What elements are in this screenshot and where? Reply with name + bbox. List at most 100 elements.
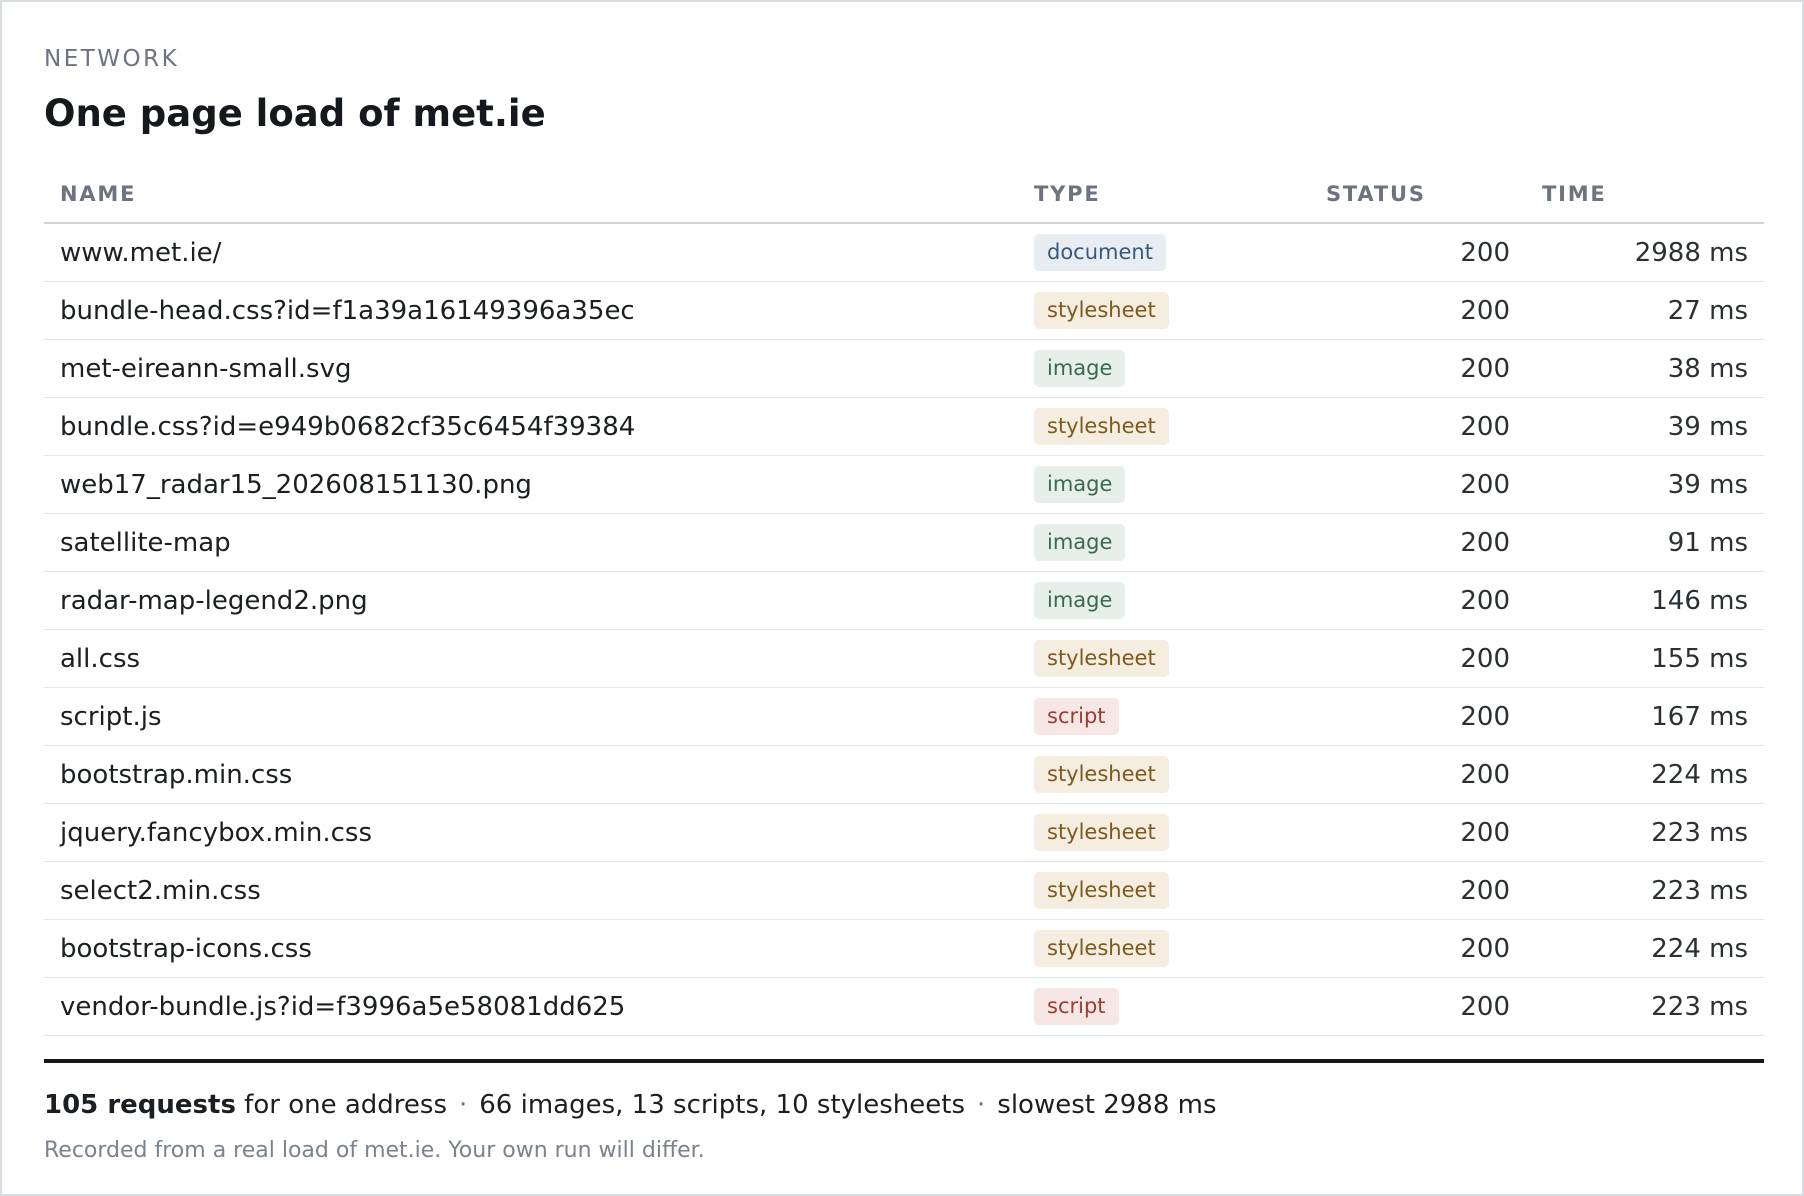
request-status: 200 bbox=[1310, 339, 1526, 398]
request-status: 200 bbox=[1310, 977, 1526, 1036]
table-row[interactable]: met-eireann-small.svg image 200 38 ms bbox=[44, 339, 1764, 398]
request-status: 200 bbox=[1310, 803, 1526, 862]
slowest-time: slowest 2988 ms bbox=[997, 1090, 1217, 1120]
request-time: 39 ms bbox=[1526, 397, 1764, 456]
request-status: 200 bbox=[1310, 281, 1526, 340]
request-name: script.js bbox=[44, 687, 1018, 746]
type-breakdown: 66 images, 13 scripts, 10 stylesheets bbox=[479, 1090, 966, 1120]
recording-note: Recorded from a real load of met.ie. You… bbox=[44, 1138, 705, 1163]
table-row[interactable]: select2.min.css stylesheet 200 223 ms bbox=[44, 861, 1764, 920]
summary-divider bbox=[44, 1059, 1764, 1063]
table-row[interactable]: radar-map-legend2.png image 200 146 ms bbox=[44, 571, 1764, 630]
type-badge: script bbox=[1034, 988, 1119, 1025]
summary-separator: · bbox=[459, 1090, 468, 1120]
type-badge: document bbox=[1034, 234, 1166, 271]
request-status: 200 bbox=[1310, 223, 1526, 282]
type-badge: image bbox=[1034, 350, 1126, 387]
request-time: 91 ms bbox=[1526, 513, 1764, 572]
table-row[interactable]: script.js script 200 167 ms bbox=[44, 687, 1764, 746]
request-time: 167 ms bbox=[1526, 687, 1764, 746]
request-name: bundle.css?id=e949b0682cf35c6454f39384 bbox=[44, 397, 1018, 456]
request-time: 224 ms bbox=[1526, 745, 1764, 804]
table-row[interactable]: bundle-head.css?id=f1a39a16149396a35ec st… bbox=[44, 281, 1764, 340]
table-row[interactable]: www.met.ie/document 200 2988 ms bbox=[44, 223, 1764, 282]
column-header-type: TYPE bbox=[1018, 166, 1310, 224]
request-status: 200 bbox=[1310, 629, 1526, 688]
request-name: radar-map-legend2.png bbox=[44, 571, 1018, 630]
request-time: 224 ms bbox=[1526, 919, 1764, 978]
type-badge: image bbox=[1034, 524, 1126, 561]
request-type-cell: stylesheet bbox=[1018, 397, 1310, 456]
requests-table: NAME TYPE STATUS TIME www.met.ie/documen… bbox=[44, 166, 1764, 1036]
request-name: select2.min.css bbox=[44, 861, 1018, 920]
table-row[interactable]: jquery.fancybox.min.css stylesheet 200 223 … bbox=[44, 803, 1764, 862]
request-name: bundle-head.css?id=f1a39a16149396a35ec bbox=[44, 281, 1018, 340]
request-time: 155 ms bbox=[1526, 629, 1764, 688]
requests-table-body: www.met.ie/document 200 2988 ms bundle-head… bbox=[44, 223, 1764, 1036]
request-time: 146 ms bbox=[1526, 571, 1764, 630]
request-time: 2988 ms bbox=[1526, 223, 1764, 282]
request-time: 223 ms bbox=[1526, 977, 1764, 1036]
request-type-cell: stylesheet bbox=[1018, 861, 1310, 920]
request-name: met-eireann-small.svg bbox=[44, 339, 1018, 398]
request-name: jquery.fancybox.min.css bbox=[44, 803, 1018, 862]
request-status: 200 bbox=[1310, 861, 1526, 920]
request-type-cell: image bbox=[1018, 455, 1310, 514]
type-badge: image bbox=[1034, 582, 1126, 619]
request-type-cell: document bbox=[1018, 223, 1310, 282]
type-badge: stylesheet bbox=[1034, 930, 1169, 967]
network-card: NETWORK One page load of met.ie NAME TYP… bbox=[0, 0, 1804, 1196]
request-name: all.css bbox=[44, 629, 1018, 688]
table-row[interactable]: web17_radar15_202608151130.png image 200 39… bbox=[44, 455, 1764, 514]
request-name: web17_radar15_202608151130.png bbox=[44, 455, 1018, 514]
request-count-suffix: for one address bbox=[235, 1090, 447, 1120]
request-type-cell: image bbox=[1018, 339, 1310, 398]
type-badge: stylesheet bbox=[1034, 292, 1169, 329]
type-badge: image bbox=[1034, 466, 1126, 503]
section-eyebrow: NETWORK bbox=[44, 46, 180, 72]
network-panel: NETWORK One page load of met.ie NAME TYP… bbox=[44, 42, 1764, 1168]
request-status: 200 bbox=[1310, 455, 1526, 514]
type-badge: stylesheet bbox=[1034, 640, 1169, 677]
request-name: bootstrap.min.css bbox=[44, 745, 1018, 804]
type-badge: stylesheet bbox=[1034, 872, 1169, 909]
table-row[interactable]: bootstrap.min.css stylesheet 200 224 ms bbox=[44, 745, 1764, 804]
request-type-cell: stylesheet bbox=[1018, 803, 1310, 862]
request-status: 200 bbox=[1310, 513, 1526, 572]
request-type-cell: script bbox=[1018, 687, 1310, 746]
request-type-cell: image bbox=[1018, 571, 1310, 630]
table-row[interactable]: vendor-bundle.js?id=f3996a5e58081dd625 sc… bbox=[44, 977, 1764, 1036]
page-title: One page load of met.ie bbox=[44, 92, 546, 135]
request-name: bootstrap-icons.css bbox=[44, 919, 1018, 978]
request-time: 223 ms bbox=[1526, 803, 1764, 862]
request-type-cell: stylesheet bbox=[1018, 745, 1310, 804]
request-name: www.met.ie/ bbox=[44, 223, 1018, 282]
column-header-time: TIME bbox=[1526, 166, 1764, 224]
request-time: 39 ms bbox=[1526, 455, 1764, 514]
table-header-row: NAME TYPE STATUS TIME bbox=[44, 166, 1764, 224]
request-type-cell: stylesheet bbox=[1018, 629, 1310, 688]
request-name: satellite-map bbox=[44, 513, 1018, 572]
summary-separator: · bbox=[977, 1090, 986, 1120]
request-type-cell: stylesheet bbox=[1018, 281, 1310, 340]
request-status: 200 bbox=[1310, 919, 1526, 978]
request-time: 38 ms bbox=[1526, 339, 1764, 398]
table-row[interactable]: bootstrap-icons.css stylesheet 200 224 ms bbox=[44, 919, 1764, 978]
request-time: 27 ms bbox=[1526, 281, 1764, 340]
request-time: 223 ms bbox=[1526, 861, 1764, 920]
request-count: 105 requests bbox=[44, 1090, 236, 1120]
request-name: vendor-bundle.js?id=f3996a5e58081dd625 bbox=[44, 977, 1018, 1036]
column-header-name: NAME bbox=[44, 166, 1018, 224]
request-type-cell: stylesheet bbox=[1018, 919, 1310, 978]
table-row[interactable]: bundle.css?id=e949b0682cf35c6454f39384 st… bbox=[44, 397, 1764, 456]
type-badge: script bbox=[1034, 698, 1119, 735]
type-badge: stylesheet bbox=[1034, 408, 1169, 445]
summary-line: 105 requests for one address · 66 images, … bbox=[44, 1085, 1764, 1125]
request-status: 200 bbox=[1310, 687, 1526, 746]
table-row[interactable]: all.css stylesheet 200 155 ms bbox=[44, 629, 1764, 688]
type-badge: stylesheet bbox=[1034, 756, 1169, 793]
request-type-cell: image bbox=[1018, 513, 1310, 572]
type-badge: stylesheet bbox=[1034, 814, 1169, 851]
table-row[interactable]: satellite-map image 200 91 ms bbox=[44, 513, 1764, 572]
column-header-status: STATUS bbox=[1310, 166, 1526, 224]
